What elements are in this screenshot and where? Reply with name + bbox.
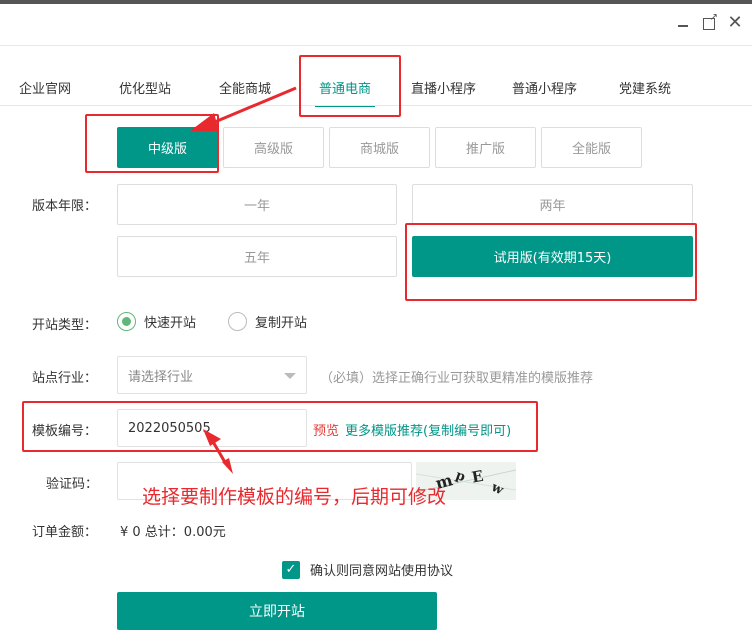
header-divider — [0, 45, 752, 46]
maximize-icon[interactable] — [700, 12, 718, 32]
radio-copy-start-label: 复制开站 — [255, 316, 308, 331]
tab-live-miniprogram[interactable]: 直播小程序 — [411, 78, 476, 97]
tab-party-system[interactable]: 党建系统 — [619, 78, 671, 97]
industry-label: 站点行业： — [32, 371, 98, 386]
period-two-years[interactable]: 两年 — [412, 184, 693, 225]
industry-hint: （必填）选择正确行业可获取更精准的模版推荐 — [320, 371, 594, 386]
period-label: 版本年限： — [32, 199, 98, 214]
window-controls: ✕ — [674, 12, 744, 32]
radio-quick-start-label: 快速开站 — [144, 316, 197, 331]
edition-full[interactable]: 全能版 — [541, 127, 642, 168]
industry-select-placeholder: 请选择行业 — [128, 369, 194, 385]
tab-full-mall[interactable]: 全能商城 — [219, 78, 271, 97]
template-number-input[interactable]: 2022050505 — [117, 409, 307, 447]
radio-quick-start[interactable]: 快速开站 — [117, 312, 196, 331]
svg-text:p: p — [454, 468, 468, 485]
edition-advanced[interactable]: 高级版 — [223, 127, 324, 168]
edition-promotion[interactable]: 推广版 — [435, 127, 536, 168]
site-type-label: 开站类型： — [32, 318, 98, 333]
tab-optimized-site[interactable]: 优化型站 — [119, 78, 171, 97]
close-icon[interactable]: ✕ — [726, 14, 744, 32]
svg-text:w: w — [488, 480, 506, 499]
check-icon: ✓ — [282, 560, 300, 579]
captcha-label: 验证码： — [46, 477, 99, 492]
minimize-icon[interactable] — [674, 14, 692, 32]
tab-enterprise-site[interactable]: 企业官网 — [19, 78, 71, 97]
order-amount-label: 订单金额： — [32, 525, 98, 540]
svg-text:E: E — [470, 467, 484, 487]
more-templates-link[interactable]: 更多模版推荐(复制编号即可) — [345, 420, 511, 439]
radio-unchecked-icon — [228, 312, 247, 331]
edition-intermediate[interactable]: 中级版 — [117, 127, 218, 168]
annotation-text: 选择要制作模板的编号，后期可修改 — [142, 486, 447, 508]
radio-copy-start[interactable]: 复制开站 — [228, 312, 307, 331]
window-top-border — [0, 0, 752, 4]
period-one-year[interactable]: 一年 — [117, 184, 397, 225]
period-five-years[interactable]: 五年 — [117, 236, 397, 277]
chevron-down-icon — [284, 373, 296, 379]
order-total: ¥ 0 总计：0.00元 — [120, 525, 226, 540]
template-label: 模板编号： — [32, 424, 98, 439]
agreement-label: 确认则同意网站使用协议 — [310, 564, 454, 579]
tab-normal-ecommerce[interactable]: 普通电商 — [314, 78, 376, 107]
radio-checked-icon — [117, 312, 136, 331]
industry-select[interactable]: 请选择行业 — [117, 356, 307, 394]
edition-mall[interactable]: 商城版 — [329, 127, 430, 168]
start-site-button[interactable]: 立即开站 — [117, 592, 437, 630]
product-tabs: 企业官网 优化型站 全能商城 普通电商 直播小程序 普通小程序 党建系统 — [0, 72, 752, 107]
period-trial[interactable]: 试用版(有效期15天) — [412, 236, 693, 277]
preview-link[interactable]: 预览 — [313, 420, 339, 439]
tab-normal-miniprogram[interactable]: 普通小程序 — [512, 78, 577, 97]
agreement-checkbox[interactable]: ✓ 确认则同意网站使用协议 — [282, 560, 453, 579]
tabs-divider — [0, 105, 752, 106]
